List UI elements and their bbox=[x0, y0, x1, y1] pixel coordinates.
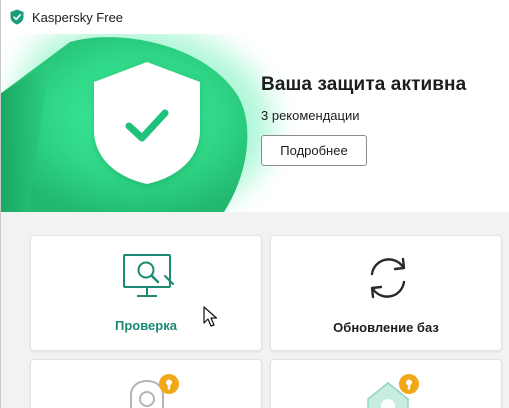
recommendations-count[interactable]: 3 рекомендации bbox=[261, 108, 466, 123]
title-bar: Kaspersky Free bbox=[0, 0, 509, 34]
monitor-scan-icon bbox=[123, 254, 174, 297]
user-lock-icon bbox=[130, 374, 179, 408]
details-button[interactable]: Подробнее bbox=[261, 135, 367, 166]
app-title: Kaspersky Free bbox=[32, 9, 124, 25]
scan-tile-label: Проверка bbox=[115, 318, 177, 333]
refresh-icon bbox=[370, 257, 406, 299]
status-title: Ваша защита активна bbox=[261, 74, 467, 95]
scan-tile[interactable]: Проверка bbox=[30, 235, 262, 351]
mouse-cursor-icon bbox=[203, 306, 218, 327]
safe-home-tile[interactable] bbox=[270, 359, 502, 408]
status-text-block: Ваша защита активна 3 рекомендации Подро… bbox=[261, 74, 466, 166]
privacy-protection-tile[interactable] bbox=[30, 359, 262, 408]
update-tile-label: Обновление баз bbox=[333, 320, 439, 335]
kaspersky-logo-icon bbox=[10, 9, 24, 25]
home-lock-icon bbox=[367, 374, 419, 408]
update-databases-tile[interactable]: Обновление баз bbox=[270, 235, 502, 351]
protection-status-illustration bbox=[0, 34, 273, 212]
protection-status-panel: Ваша защита активна 3 рекомендации Подро… bbox=[0, 34, 509, 212]
